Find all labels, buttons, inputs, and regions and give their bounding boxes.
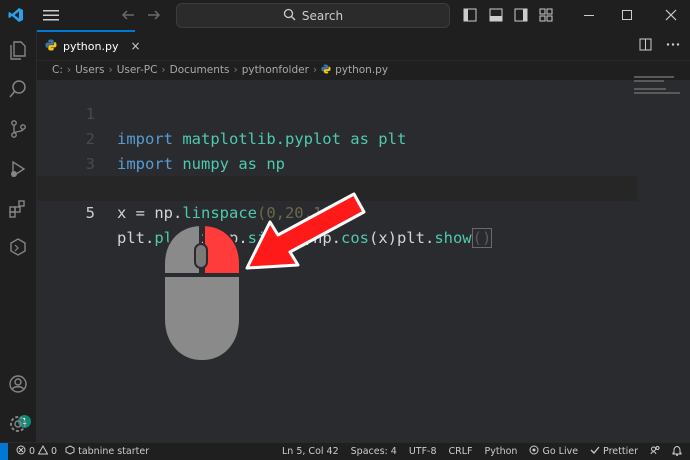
tabnine-label: tabnine starter [78,446,150,457]
tab-bar: python.py × [37,30,690,61]
back-arrow-icon[interactable] [118,6,138,24]
tab-close-icon[interactable]: × [130,39,140,53]
prettier-label: Prettier [603,446,638,457]
menu-icon[interactable] [40,6,62,24]
search-icon[interactable] [6,77,30,101]
minimize-icon[interactable] [580,6,598,24]
status-bar: 0 0 tabnine starter Ln 5, Col 42 Spaces:… [0,442,690,460]
search-label: Search [301,8,344,23]
minimap[interactable] [634,76,682,96]
line-number: 5 [85,204,95,222]
remote-explorer-icon[interactable] [6,235,30,259]
close-window-icon[interactable] [662,6,680,24]
check-icon [590,445,600,458]
remote-indicator[interactable] [0,443,8,460]
code-text: () [471,228,493,248]
toggle-panel-icon[interactable] [487,6,505,24]
code-line: 3 [37,127,637,173]
code-editor[interactable]: 1 import matplotlib.pyplot as plt 2 impo… [37,76,690,442]
more-actions-icon[interactable] [666,38,680,54]
tab-label: python.py [63,39,119,53]
code-text: plt. [117,229,155,247]
chevron-right-icon: › [233,64,238,76]
go-live-button[interactable]: Go Live [529,445,578,458]
title-bar: Search [0,0,690,30]
indentation[interactable]: Spaces: 4 [351,446,397,457]
prettier-status[interactable]: Prettier [590,445,638,458]
code-line: 1 import matplotlib.pyplot as plt [37,77,637,148]
vscode-logo-icon [6,6,26,24]
breadcrumb-item[interactable]: Users [75,64,104,76]
go-live-label: Go Live [542,446,579,457]
breadcrumb-item[interactable]: python.py [335,64,388,76]
mouse-icon [163,224,241,363]
warning-count: 0 [51,446,58,457]
bell-icon[interactable] [672,445,682,459]
maximize-icon[interactable] [618,6,636,24]
breadcrumb-item[interactable]: User-PC [117,64,158,76]
tab-python-py[interactable]: python.py × [37,30,141,60]
code-function: show [434,229,472,247]
tabnine-status[interactable]: tabnine starter [65,445,149,458]
tabnine-icon [65,445,75,458]
error-count: 0 [29,446,36,457]
python-icon [321,63,331,77]
activity-bar: 1 [0,30,37,442]
split-editor-icon[interactable] [639,38,652,54]
command-center-search[interactable]: Search [176,3,450,28]
customize-layout-icon[interactable] [537,6,555,24]
code-text: x = np. [117,204,183,222]
error-icon [16,445,26,458]
chevron-right-icon: › [108,64,113,76]
code-line: 2 import numpy as np [37,102,637,173]
feedback-icon[interactable] [650,445,660,458]
toggle-sidebar-icon[interactable] [461,6,479,24]
cursor-position[interactable]: Ln 5, Col 42 [282,446,339,457]
breadcrumb-item[interactable]: Documents [170,64,230,76]
chevron-right-icon: › [66,64,72,76]
python-icon [45,39,57,54]
encoding[interactable]: UTF-8 [409,446,437,457]
search-icon [283,8,296,24]
arrow-pointer-icon [245,192,366,270]
warning-icon [37,444,49,458]
chevron-right-icon: › [161,64,166,76]
line-endings[interactable]: CRLF [449,446,473,457]
broadcast-icon [529,445,539,458]
settings-icon[interactable] [6,412,30,436]
explorer-icon[interactable] [6,38,30,62]
breadcrumb-item[interactable]: C: [52,64,63,76]
extensions-icon[interactable] [6,197,30,221]
breadcrumb-item[interactable]: pythonfolder [242,64,309,76]
run-debug-icon[interactable] [6,157,30,181]
source-control-icon[interactable] [6,117,30,141]
forward-arrow-icon[interactable] [144,6,164,24]
code-line: 4 x = np.linspace(0,20,100) [37,151,637,222]
code-text: (x)plt. [368,229,435,247]
toggle-secondary-sidebar-icon[interactable] [512,6,530,24]
account-icon[interactable] [6,372,30,396]
problems-indicator[interactable]: 0 0 [16,444,58,458]
chevron-right-icon: › [312,64,318,76]
language-mode[interactable]: Python [485,446,518,457]
